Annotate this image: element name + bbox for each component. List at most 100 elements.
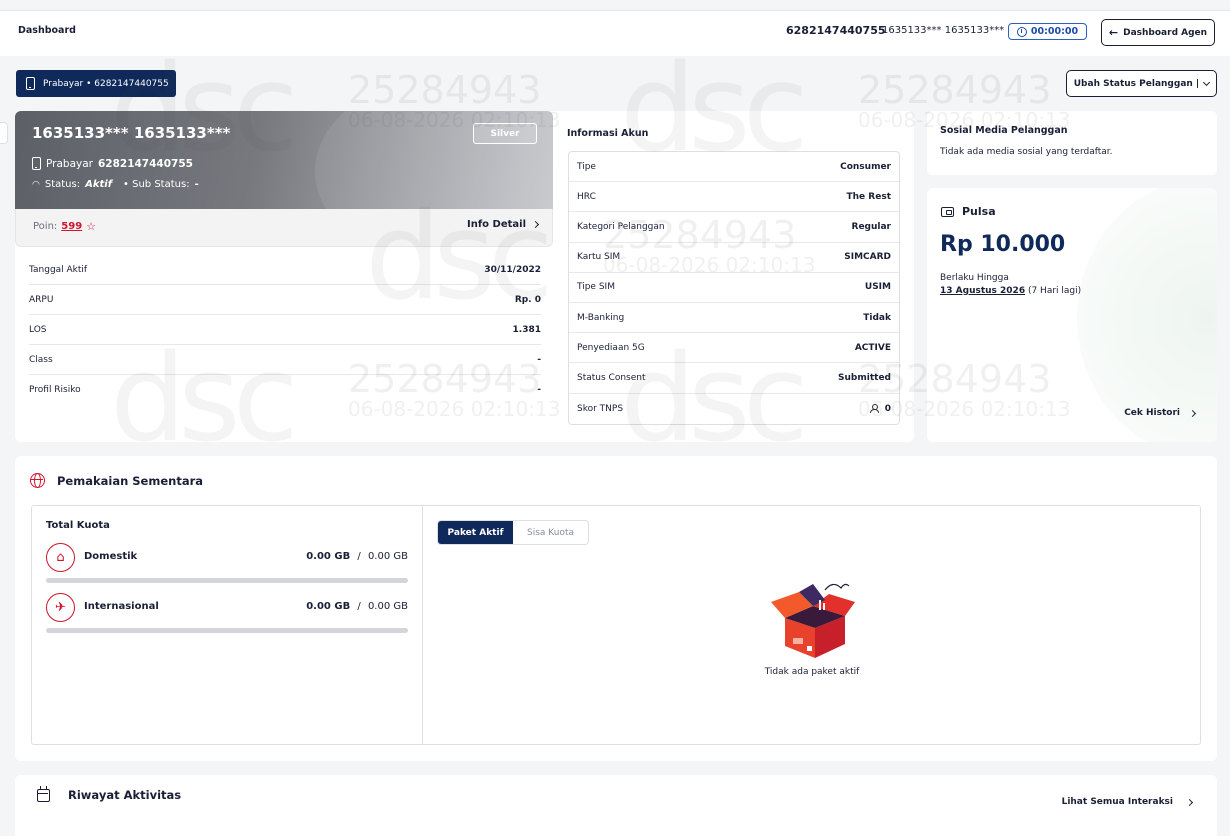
- dashboard-agen-label: Dashboard Agen: [1123, 27, 1208, 38]
- breadcrumb[interactable]: Dashboard: [18, 25, 76, 36]
- top-bar: Dashboard 6282147440755 1635133*** 16351…: [0, 10, 1230, 56]
- customer-status-line: ◠ Status: Aktif • Sub Status: -: [32, 179, 199, 190]
- usage-card: Pemakaian Sementara Total Kuota ⌂ Domest…: [15, 456, 1217, 761]
- poin-value[interactable]: 599: [61, 221, 82, 232]
- subscriber-pill[interactable]: Prabayar • 6282147440755: [16, 70, 176, 97]
- row-label: Kartu SIM: [577, 252, 621, 263]
- sosmed-card: Sosial Media Pelanggan Tidak ada media s…: [927, 111, 1217, 175]
- status-value: Aktif: [85, 179, 113, 190]
- row-value: ACTIVE: [854, 342, 891, 353]
- row-value: USIM: [864, 282, 891, 293]
- field-row: Class -: [29, 345, 541, 375]
- riwayat-card: Riwayat Aktivitas Lihat Semua Interaksi: [15, 775, 1217, 836]
- field-label: Tanggal Aktif: [29, 264, 88, 275]
- phone-icon: [32, 157, 41, 170]
- profile-hero: 1635133*** 1635133*** Silver Prabayar 62…: [15, 111, 553, 209]
- quota-label: Domestik: [84, 551, 138, 562]
- customer-msisdn: 6282147440755: [97, 157, 193, 170]
- pulsa-valid-label: Berlaku Hingga: [940, 273, 1009, 283]
- row-label: Penyediaan 5G: [577, 342, 645, 353]
- person-icon: [869, 404, 879, 414]
- pulsa-title: Pulsa: [962, 205, 996, 218]
- usage-box: Total Kuota ⌂ Domestik 0.00 GB / 0.00 GB…: [31, 505, 1201, 745]
- watermark-id: 25284943: [858, 68, 1052, 112]
- row-value: Consumer: [840, 161, 891, 172]
- usage-title-row: Pemakaian Sementara: [30, 473, 203, 488]
- field-row: LOS 1.381: [29, 315, 541, 345]
- chevron-right-icon: [1188, 409, 1197, 417]
- field-row: Tanggal Aktif 30/11/2022: [29, 255, 541, 285]
- customer-name: 1635133*** 1635133***: [32, 124, 231, 142]
- session-timer: 00:00:00: [1008, 23, 1087, 40]
- pulsa-valid-remaining: (7 Hari lagi): [1027, 286, 1082, 296]
- table-row: Status Consent Submitted: [569, 363, 899, 394]
- info-akun-title: Informasi Akun: [567, 128, 649, 139]
- status-label: Status:: [44, 179, 81, 190]
- row-label: Kategori Pelanggan: [577, 221, 665, 232]
- row-value: 0: [869, 403, 891, 414]
- package-tabs: Paket Aktif Sisa Kuota: [437, 520, 589, 545]
- field-value: Rp. 0: [514, 294, 541, 305]
- info-detail-label: Info Detail: [466, 219, 526, 230]
- row-label: Status Consent: [577, 372, 646, 383]
- chevron-right-icon: [531, 220, 540, 229]
- phone-icon: [26, 77, 35, 90]
- table-row: Kategori Pelanggan Regular: [569, 212, 899, 243]
- tnps-value: 0: [884, 403, 891, 414]
- row-value: Tidak: [863, 312, 891, 323]
- cek-histori-link[interactable]: Cek Histori: [1124, 408, 1197, 418]
- quota-progress-bar: [46, 578, 408, 583]
- tab-paket-aktif[interactable]: Paket Aktif: [438, 521, 513, 544]
- cek-histori-label: Cek Histori: [1124, 408, 1180, 418]
- table-row: Kartu SIM SIMCARD: [569, 243, 899, 273]
- row-label: Skor TNPS: [577, 403, 624, 414]
- total-quota-title: Total Kuota: [46, 520, 110, 531]
- table-row: Skor TNPS 0: [569, 394, 899, 424]
- empty-package-text: Tidak ada paket aktif: [764, 667, 860, 677]
- customer-type: Prabayar: [46, 157, 93, 170]
- quota-separator: /: [357, 551, 361, 562]
- row-label: Tipe: [577, 161, 596, 172]
- clock-icon: [1016, 26, 1027, 37]
- change-status-label: Ubah Status Pelanggan |: [1073, 78, 1200, 89]
- field-value: 30/11/2022: [484, 264, 541, 275]
- lihat-semua-label: Lihat Semua Interaksi: [1061, 797, 1173, 807]
- quota-domestik: ⌂ Domestik 0.00 GB / 0.00 GB: [46, 543, 408, 583]
- table-row: Tipe Consumer: [569, 152, 899, 183]
- info-detail-link[interactable]: Info Detail: [466, 219, 540, 230]
- wifi-icon: ◠: [32, 179, 40, 190]
- change-status-button[interactable]: Ubah Status Pelanggan |: [1066, 70, 1217, 97]
- pulsa-valid-date: 13 Agustus 2026: [940, 286, 1026, 296]
- riwayat-title: Riwayat Aktivitas: [68, 788, 182, 802]
- poin-row: Poin: 599 ☆ Info Detail: [15, 209, 553, 247]
- info-akun-table: Tipe Consumer HRC The Rest Kategori Pelang…: [568, 151, 900, 425]
- pulsa-title-row: Pulsa: [941, 205, 996, 218]
- pulsa-valid-date-row: 13 Agustus 2026 (7 Hari lagi): [940, 286, 1081, 296]
- row-value: Submitted: [838, 372, 891, 383]
- table-row: Penyediaan 5G ACTIVE: [569, 333, 899, 364]
- customer-type-line: Prabayar 6282147440755: [32, 157, 193, 170]
- watermark-id: 25284943: [348, 68, 542, 112]
- sub-status-value: -: [194, 179, 199, 190]
- sosmed-description: Tidak ada media sosial yang terdaftar.: [940, 147, 1113, 157]
- quota-total: 0.00 GB: [367, 601, 408, 612]
- row-value: Regular: [851, 221, 891, 232]
- quota-value: 0.00 GB / 0.00 GB: [306, 601, 408, 612]
- pulsa-amount: Rp 10.000: [940, 232, 1066, 257]
- sub-status-label: • Sub Status:: [123, 179, 190, 190]
- field-label: LOS: [29, 324, 47, 335]
- empty-box-illustration: [771, 583, 855, 658]
- chevron-right-icon: [1185, 798, 1194, 806]
- field-value: -: [537, 354, 541, 365]
- row-value: The Rest: [846, 191, 891, 202]
- field-row: Profil Risiko -: [29, 375, 541, 405]
- lihat-semua-link[interactable]: Lihat Semua Interaksi: [1061, 797, 1194, 807]
- quota-label: Internasional: [84, 601, 159, 612]
- quota-value: 0.00 GB / 0.00 GB: [306, 551, 408, 562]
- tab-sisa-kuota[interactable]: Sisa Kuota: [513, 521, 588, 544]
- field-row: ARPU Rp. 0: [29, 285, 541, 315]
- side-collapse-handle[interactable]: [0, 122, 8, 144]
- wallet-icon: [941, 206, 954, 217]
- dashboard-agen-button[interactable]: ← Dashboard Agen: [1101, 19, 1215, 46]
- header-msisdn: 6282147440755: [786, 24, 886, 37]
